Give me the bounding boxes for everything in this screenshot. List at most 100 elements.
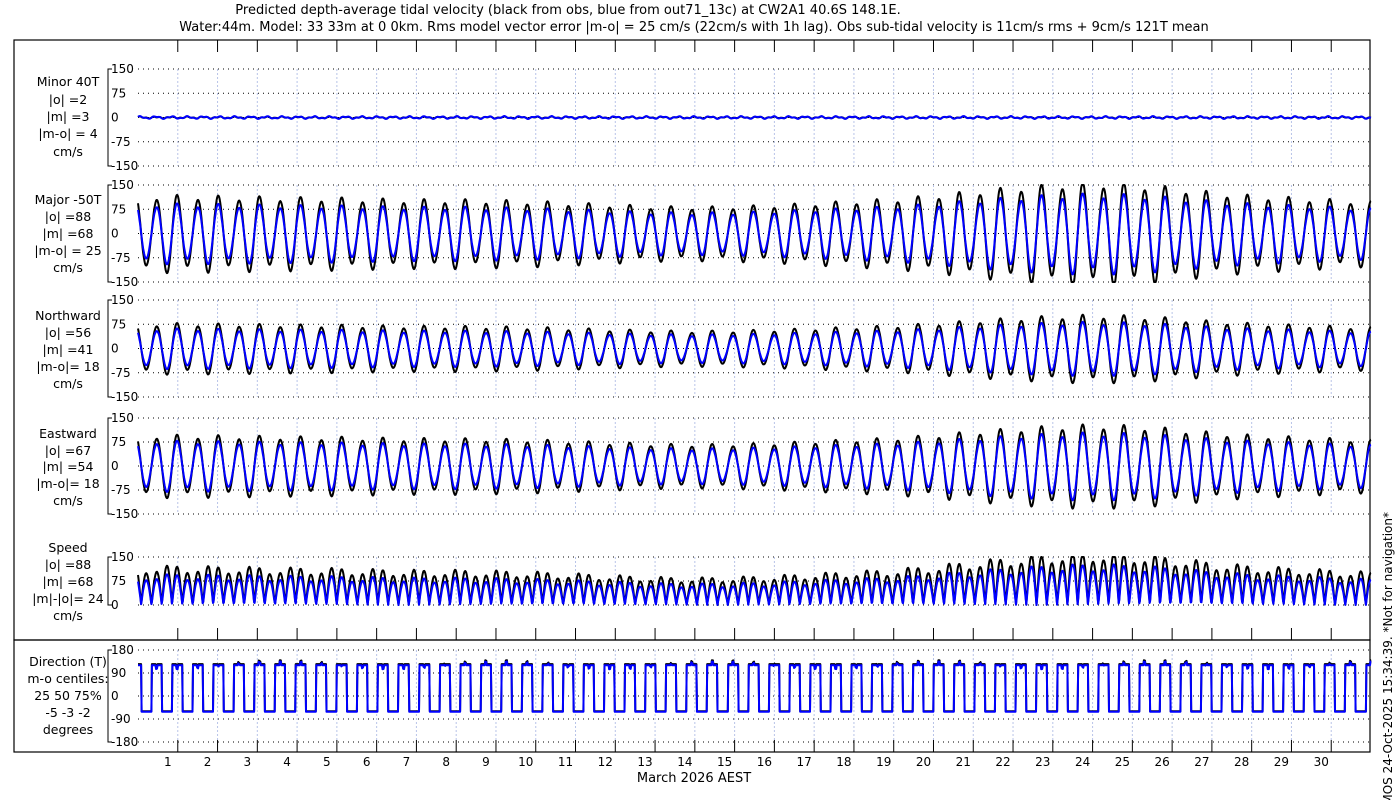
y-tick-label: 150 (111, 178, 134, 192)
x-tick-label: 5 (323, 755, 331, 769)
y-tick-label: 0 (111, 342, 119, 356)
panel-label-line: degrees (43, 722, 93, 737)
x-tick-label: 11 (558, 755, 573, 769)
panel-label-line: Minor 40T (37, 74, 100, 89)
y-tick-label: -75 (111, 135, 131, 149)
panel-label-line: -5 -3 -2 (45, 705, 90, 720)
y-tick-label: -75 (111, 251, 131, 265)
panel-label-line: |m| =68 (43, 226, 94, 241)
x-tick-label: 24 (1075, 755, 1090, 769)
panel-label-line: Eastward (39, 426, 97, 441)
x-tick-label: 12 (598, 755, 613, 769)
panel-label-line: |o| =56 (45, 325, 91, 340)
y-tick-label: 90 (111, 666, 126, 680)
series-obs-eastward (137, 423, 1372, 510)
panel-label-line: m-o centiles: (27, 671, 108, 686)
x-tick-label: 27 (1194, 755, 1209, 769)
y-tick-label: 150 (111, 293, 134, 307)
panel-label-line: |o| =88 (45, 557, 91, 572)
panel-label-line: |o| =2 (49, 92, 87, 107)
panel-minor: Minor 40T |o| =2 |m| =3 |m-o| = 4 cm/s 150 75 0… (37, 62, 1372, 173)
y-tick-label: 75 (111, 317, 126, 331)
series-model-direction (137, 660, 1372, 713)
y-tick-label: 0 (111, 459, 119, 473)
tidal-velocity-figure: Predicted depth-average tidal velocity (… (13, 3, 1395, 800)
x-tick-label: 15 (717, 755, 732, 769)
x-tick-label: 18 (836, 755, 851, 769)
x-tick-label: 17 (797, 755, 812, 769)
x-tick-label: 21 (956, 755, 971, 769)
panel-label-line: |o| =67 (45, 443, 91, 458)
x-tick-label: 16 (757, 755, 772, 769)
x-tick-label: 22 (995, 755, 1010, 769)
panel-label-line: |m| =3 (47, 109, 90, 124)
panel-label-line: |m-o|= 18 (36, 359, 99, 374)
title-line-1: Predicted depth-average tidal velocity (… (235, 3, 900, 18)
x-tick-label: 28 (1234, 755, 1249, 769)
series-obs-northward (137, 313, 1372, 385)
y-tick-label: 0 (111, 689, 119, 703)
y-tick-label: 0 (111, 227, 119, 241)
y-tick-label: 150 (111, 411, 134, 425)
panel-speed: Speed |o| =88 |m| =68 |m|-|o|= 24 cm/s 150 75 0 (32, 540, 1372, 623)
panel-label-line: |m| =41 (43, 342, 94, 357)
y-tick-label: -150 (111, 390, 138, 404)
panel-label-line: cm/s (53, 493, 83, 508)
panel-label-line: Major -50T (35, 192, 102, 207)
x-tick-label: 14 (677, 755, 692, 769)
x-tick-label: 19 (876, 755, 891, 769)
y-tick-label: 0 (111, 111, 119, 125)
panel-label-line: |m|-|o|= 24 (32, 591, 104, 606)
panel-label-line: |m| =54 (43, 459, 94, 474)
x-tick-label: 29 (1274, 755, 1289, 769)
x-tick-label: 13 (637, 755, 652, 769)
x-tick-label: 26 (1154, 755, 1169, 769)
y-tick-label: 75 (111, 435, 126, 449)
y-tick-label: 75 (111, 86, 126, 100)
y-tick-label: 0 (111, 598, 119, 612)
copyright-notice: © IMOS 24-Oct-2025 15:34:39. *Not for na… (1381, 512, 1395, 800)
y-tick-label: -150 (111, 159, 138, 173)
x-tick-label: 4 (283, 755, 291, 769)
series-obs-major (137, 184, 1372, 283)
x-tick-label: 9 (482, 755, 490, 769)
x-tick-label: 6 (363, 755, 371, 769)
panel-label-line: |o| =88 (45, 209, 91, 224)
panel-label-line: cm/s (53, 608, 83, 623)
panel-label-line: 25 50 75% (34, 688, 102, 703)
y-tick-label: 75 (111, 202, 126, 216)
x-axis-label: March 2026 AEST (637, 771, 751, 786)
x-tick-label: 3 (244, 755, 252, 769)
series-model-speed (137, 563, 1372, 606)
panel-label-line: Direction (T) (29, 654, 107, 669)
panel-label-line: cm/s (53, 260, 83, 275)
panel-label-line: Speed (48, 540, 87, 555)
panel-label-line: |m| =68 (43, 574, 94, 589)
x-tick-label: 2 (204, 755, 212, 769)
y-tick-label: -90 (111, 712, 131, 726)
y-tick-label: 180 (111, 643, 134, 657)
panel-northward: Northward |o| =56 |m| =41 |m-o|= 18 cm/s 150 7… (35, 293, 1372, 404)
panel-major: Major -50T |o| =88 |m| =68 |m-o| = 25 cm/s 15… (34, 178, 1372, 289)
y-tick-label: -180 (111, 735, 138, 749)
panel-label-line: cm/s (53, 376, 83, 391)
x-tick-label: 25 (1115, 755, 1130, 769)
x-tick-label: 20 (916, 755, 931, 769)
y-tick-label: 150 (111, 550, 134, 564)
panel-direction: Direction (T) m-o centiles: 25 50 75% -5 -3… (27, 643, 1372, 749)
y-tick-label: 75 (111, 574, 126, 588)
series-obs-direction (137, 659, 1372, 713)
panel-eastward: Eastward |o| =67|m| =54 |m-o|= 18 cm/s 150 75… (36, 411, 1372, 521)
y-tick-label: -75 (111, 366, 131, 380)
y-tick-label: -150 (111, 507, 138, 521)
title-line-2: Water:44m. Model: 33 33m at 0 0km. Rms m… (179, 20, 1209, 35)
x-tick-label: 8 (442, 755, 450, 769)
x-tick-label: 1 (164, 755, 172, 769)
x-tick-label: 23 (1035, 755, 1050, 769)
panel-label-line: |m-o|= 18 (36, 476, 99, 491)
y-tick-label: 150 (111, 62, 134, 76)
x-tick-label: 7 (403, 755, 411, 769)
y-tick-label: -150 (111, 275, 138, 289)
y-tick-label: -75 (111, 483, 131, 497)
panel-label-line: |m-o| = 25 (34, 243, 101, 258)
